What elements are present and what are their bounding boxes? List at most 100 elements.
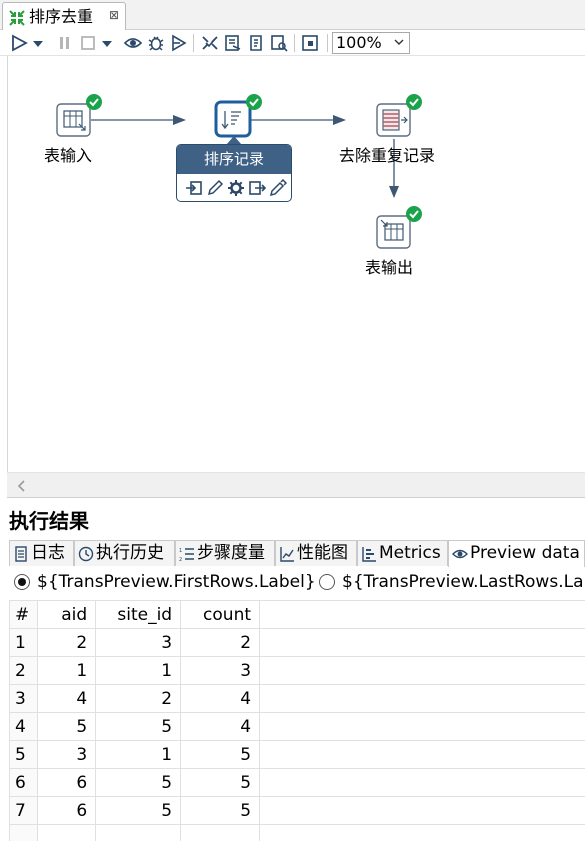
step-label-table-input: 表输入 — [44, 146, 93, 165]
step-unique-rows[interactable] — [376, 103, 411, 137]
tab-performance-chart[interactable]: 性能图 — [275, 540, 357, 566]
toolbar-separator — [193, 34, 194, 52]
tab-label: 执行历史 — [96, 543, 164, 563]
tab-step-metrics[interactable]: 12 步骤度量 — [175, 540, 275, 566]
table-row[interactable]: 6 6 5 5 — [8, 768, 585, 797]
edit-icon[interactable] — [206, 179, 224, 197]
pause-icon[interactable] — [55, 33, 75, 53]
impact-icon[interactable] — [223, 33, 243, 53]
hop-arrowhead — [389, 186, 399, 198]
row-index: 6 — [8, 768, 39, 797]
cell-aid[interactable]: 2 — [37, 628, 97, 657]
step-table-input[interactable] — [56, 103, 91, 137]
cell-count[interactable]: 5 — [180, 740, 261, 769]
output-fields-icon[interactable] — [248, 179, 266, 197]
cell-site-id[interactable]: 1 — [95, 740, 182, 769]
radio-first-rows-label: ${TransPreview.FirstRows.Label} — [37, 572, 316, 592]
chevron-left-icon[interactable] — [15, 479, 27, 493]
table-row[interactable]: 2 1 1 3 — [8, 656, 585, 685]
cell-site-id[interactable]: 5 — [95, 768, 182, 797]
cell-site-id[interactable]: 5 — [95, 712, 182, 741]
sql-icon[interactable] — [246, 33, 266, 53]
svg-text:2: 2 — [179, 557, 182, 562]
step-label-unique-rows: 去除重复记录 — [339, 146, 436, 165]
cell-filler — [259, 768, 585, 797]
table-row[interactable]: 7 6 5 5 — [8, 796, 585, 825]
column-header-index[interactable]: # — [8, 600, 39, 629]
column-header-count[interactable]: count — [180, 600, 261, 629]
pencil-icon[interactable] — [269, 179, 287, 197]
row-index: 3 — [8, 684, 39, 713]
cell-filler — [259, 656, 585, 685]
cell-aid[interactable]: 3 — [37, 740, 97, 769]
cell-empty — [95, 824, 182, 841]
editor-tab-strip: 排序去重 ⊠ — [0, 0, 585, 31]
zoom-select[interactable]: 100% — [332, 32, 410, 54]
transformation-canvas[interactable]: 表输入 去除重复记录 表输出 — [7, 56, 585, 472]
cell-aid[interactable]: 6 — [37, 796, 97, 825]
tab-label: 性能图 — [297, 543, 348, 563]
table-row[interactable]: 5 3 1 5 — [8, 740, 585, 769]
cell-filler — [259, 740, 585, 769]
run-dropdown-icon[interactable] — [31, 33, 45, 53]
cell-site-id[interactable]: 2 — [95, 684, 182, 713]
cell-aid[interactable]: 4 — [37, 684, 97, 713]
show-results-icon[interactable] — [300, 33, 320, 53]
radio-first-rows[interactable] — [14, 574, 30, 590]
cell-site-id[interactable]: 1 — [95, 656, 182, 685]
tab-metrics[interactable]: Metrics — [357, 540, 448, 566]
tab-log[interactable]: 日志 — [9, 540, 74, 566]
settings-icon[interactable] — [227, 179, 245, 197]
step-sort-rows[interactable] — [214, 100, 252, 138]
eye-icon — [452, 549, 468, 559]
cell-count[interactable]: 4 — [180, 684, 261, 713]
run-icon[interactable] — [9, 33, 29, 53]
table-row[interactable]: 4 5 5 4 — [8, 712, 585, 741]
tab-history[interactable]: 执行历史 — [74, 540, 175, 566]
column-header-aid[interactable]: aid — [37, 600, 97, 629]
radio-last-rows[interactable] — [319, 574, 335, 590]
table-row-empty — [8, 824, 585, 841]
stop-dropdown-icon[interactable] — [100, 33, 114, 53]
cell-aid[interactable]: 1 — [37, 656, 97, 685]
success-check-icon — [246, 94, 262, 110]
stop-icon[interactable] — [78, 33, 98, 53]
canvas-horizontal-scrollbar[interactable] — [7, 472, 585, 498]
metrics-icon — [362, 547, 376, 562]
cell-filler — [259, 712, 585, 741]
cell-count[interactable]: 5 — [180, 768, 261, 797]
preview-icon[interactable] — [123, 33, 143, 53]
cell-count[interactable]: 5 — [180, 796, 261, 825]
chevron-down-icon — [394, 39, 404, 45]
popup-title: 排序记录 — [177, 145, 291, 174]
cell-count[interactable]: 4 — [180, 712, 261, 741]
debug-icon[interactable] — [146, 33, 166, 53]
verify-icon[interactable] — [200, 33, 220, 53]
results-tabs: 日志 执行历史 12 步骤度量 性能图 Metrics Preview data — [9, 540, 585, 567]
cell-aid[interactable]: 6 — [37, 768, 97, 797]
table-row[interactable]: 3 4 2 4 — [8, 684, 585, 713]
input-fields-icon[interactable] — [185, 179, 203, 197]
tab-label: Metrics — [379, 543, 441, 563]
cell-count[interactable]: 3 — [180, 656, 261, 685]
cell-empty — [37, 824, 97, 841]
row-index: 5 — [8, 740, 39, 769]
hop-arrowhead — [173, 115, 186, 125]
cell-count[interactable]: 2 — [180, 628, 261, 657]
results-panel-title: 执行结果 — [9, 509, 89, 533]
hops-layer — [56, 94, 422, 249]
cell-site-id[interactable]: 5 — [95, 796, 182, 825]
log-icon — [15, 546, 27, 562]
explore-db-icon[interactable] — [269, 33, 289, 53]
cell-filler — [259, 824, 585, 841]
column-header-site-id[interactable]: site_id — [95, 600, 182, 629]
replay-icon[interactable] — [169, 33, 189, 53]
cell-aid[interactable]: 5 — [37, 712, 97, 741]
close-icon[interactable]: ⊠ — [109, 8, 119, 22]
editor-tab[interactable]: 排序去重 ⊠ — [2, 2, 126, 31]
tab-preview-data[interactable]: Preview data — [448, 540, 585, 567]
cell-site-id[interactable]: 3 — [95, 628, 182, 657]
step-table-output[interactable] — [376, 215, 411, 249]
table-row[interactable]: 1 2 3 2 — [8, 628, 585, 657]
step-popup-sort-rows: 排序记录 — [176, 144, 292, 202]
